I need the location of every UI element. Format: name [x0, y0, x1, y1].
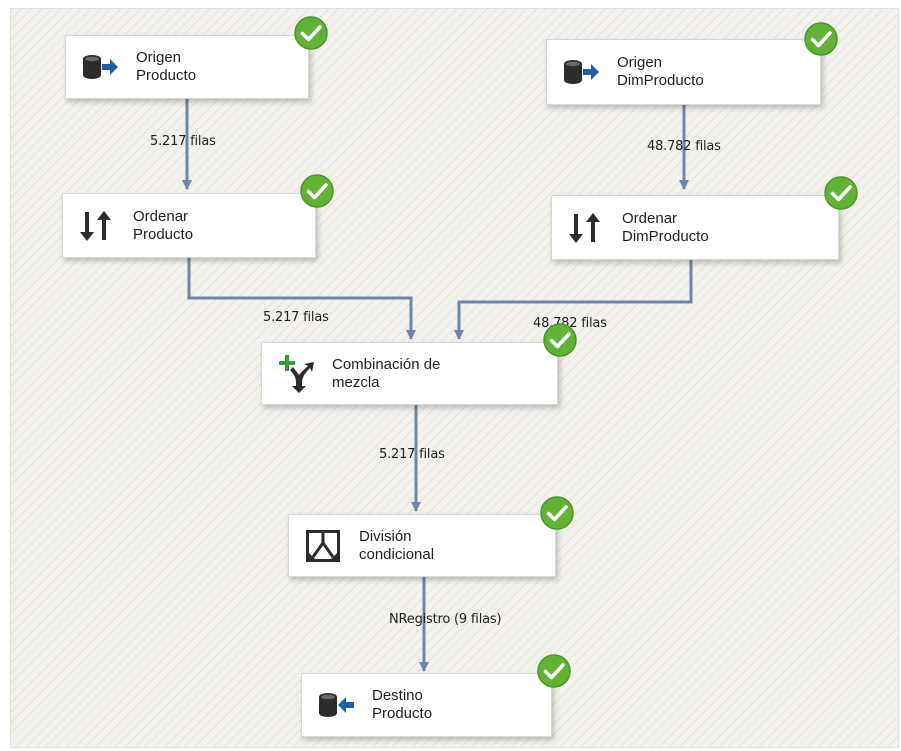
node-label: Combinación de mezcla [332, 356, 440, 392]
node-division-condicional[interactable]: División condicional [288, 514, 556, 577]
success-check-icon [537, 654, 571, 688]
flow-label-division: NRegistro (9 filas) [389, 612, 502, 627]
node-label: Ordenar DimProducto [622, 210, 709, 246]
node-label: Ordenar Producto [133, 208, 193, 244]
sort-icon [562, 208, 610, 248]
node-label-line2: DimProducto [622, 227, 709, 245]
node-label-line1: Ordenar [133, 207, 189, 225]
node-label-line1: Destino [372, 687, 423, 704]
node-label-line1: División [359, 527, 412, 545]
node-label: Origen Producto [136, 49, 196, 85]
node-label-line2: Producto [136, 67, 197, 84]
flow-label-combinacion: 5.217 filas [379, 447, 445, 462]
node-destino-producto[interactable]: Destino Producto [301, 673, 552, 737]
node-label: División condicional [359, 528, 434, 564]
flow-label-origen-dimproducto: 48.782 filas [647, 139, 721, 154]
success-check-icon [294, 16, 328, 50]
node-label-line1: Ordenar [622, 209, 678, 227]
node-label-line2: mezcla [332, 373, 380, 391]
success-check-icon [540, 496, 574, 530]
merge-join-icon [272, 354, 320, 394]
node-origen-dimproducto[interactable]: Origen DimProducto [546, 39, 821, 105]
node-label-line2: Producto [133, 225, 194, 243]
node-label-line2: condicional [359, 545, 435, 563]
success-check-icon [300, 174, 334, 208]
success-check-icon [543, 323, 577, 357]
node-label-line1: Origen [136, 49, 182, 66]
node-label: Origen DimProducto [617, 54, 704, 90]
node-label-line2: Producto [372, 705, 433, 722]
flow-label-origen-producto: 5.217 filas [150, 134, 216, 149]
node-label-line1: Origen [617, 54, 663, 71]
node-ordenar-dimproducto[interactable]: Ordenar DimProducto [551, 195, 839, 260]
conditional-split-icon [299, 526, 347, 566]
node-ordenar-producto[interactable]: Ordenar Producto [62, 193, 316, 258]
success-check-icon [824, 176, 858, 210]
source-icon [557, 52, 605, 92]
flow-label-ordenar-producto: 5.217 filas [263, 310, 329, 325]
source-icon [76, 47, 124, 87]
node-combinacion-de-mezcla[interactable]: Combinación de mezcla [261, 342, 558, 405]
node-label: Destino Producto [372, 687, 432, 723]
flow-path-ordenar-producto-to-combinacion[interactable] [187, 257, 416, 340]
success-check-icon [804, 22, 838, 56]
node-label-line2: DimProducto [617, 72, 704, 89]
sort-icon [73, 206, 121, 246]
node-origen-producto[interactable]: Origen Producto [65, 35, 309, 99]
data-flow-canvas[interactable]: 5.217 filas 48.782 filas 5.217 filas 48.… [10, 8, 899, 748]
destination-icon [312, 685, 360, 725]
node-label-line1: Combinación de [332, 355, 441, 373]
